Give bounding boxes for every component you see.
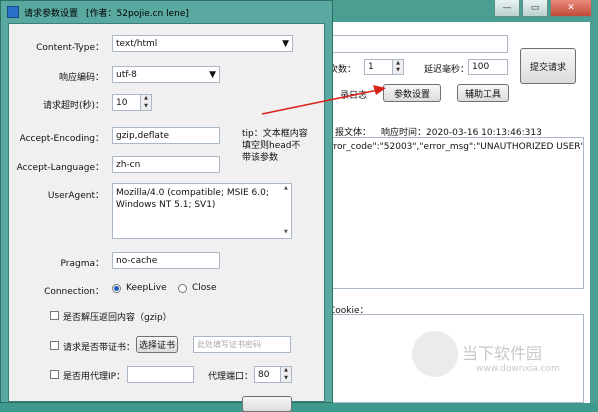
arrow-line: [261, 89, 379, 115]
arrow-head: [373, 85, 386, 95]
annotation-arrow: [261, 85, 386, 115]
